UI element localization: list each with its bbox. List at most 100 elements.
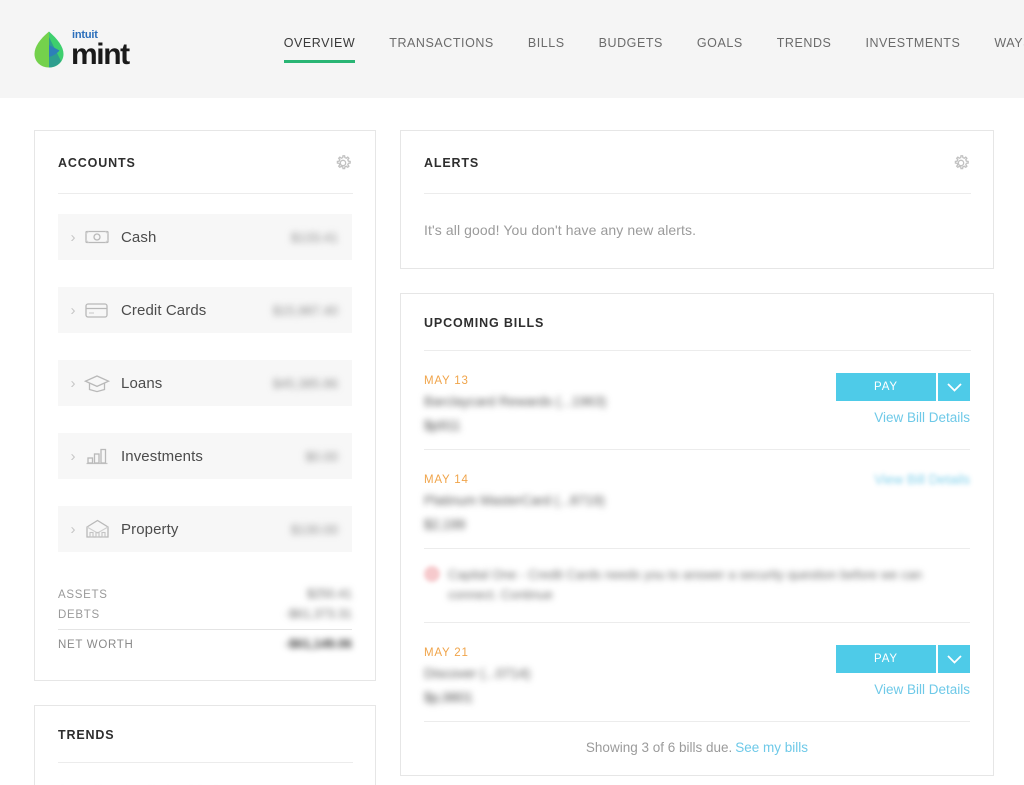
bill-info: MAY 14 Platinum MasterCard (...8719) $2,… <box>424 472 874 532</box>
account-label-credit-cards: Credit Cards <box>121 301 207 319</box>
nav-item-transactions[interactable]: TRANSACTIONS <box>389 36 494 63</box>
cash-icon <box>82 229 112 245</box>
bill-amount: $2,199 <box>424 517 466 532</box>
bill-actions: View Bill Details <box>874 472 970 487</box>
pay-button-group: PAY <box>836 373 970 401</box>
account-row-loans[interactable]: › Loans $45,385.86 <box>58 360 352 406</box>
bill-account-name: Discover (...0714) <box>424 666 531 681</box>
bills-list: MAY 13 Barclaycard Rewards (...1963) $p9… <box>401 351 993 722</box>
upcoming-bills-card: UPCOMING BILLS MAY 13 Barclaycard Reward… <box>400 293 994 776</box>
bill-row-top: MAY 14 Platinum MasterCard (...8719) $2,… <box>424 472 970 532</box>
account-row-investments[interactable]: › Investments $0.00 <box>58 433 352 479</box>
property-icon <box>82 519 112 539</box>
chevron-right-icon: › <box>70 374 76 392</box>
bills-title: UPCOMING BILLS <box>424 316 545 330</box>
pay-dropdown-button[interactable] <box>936 373 970 401</box>
chevron-right-icon: › <box>70 447 76 465</box>
trends-header: TRENDS <box>35 706 375 742</box>
main-navigation: OVERVIEW TRANSACTIONS BILLS BUDGETS GOAL… <box>283 36 1024 63</box>
bill-amount: $p911 <box>424 418 461 433</box>
account-amount-cash: $133.41 <box>291 229 338 245</box>
bills-header: UPCOMING BILLS <box>401 294 993 330</box>
account-label-property: Property <box>121 520 179 538</box>
view-bill-details-link[interactable]: View Bill Details <box>874 682 970 697</box>
bill-row: MAY 21 Discover (...0714) $p,9801 PAY Vi… <box>424 623 970 722</box>
nav-item-bills[interactable]: BILLS <box>528 36 565 63</box>
account-row-property[interactable]: › Property $130.00 <box>58 506 352 552</box>
bill-actions: PAY View Bill Details <box>836 645 970 697</box>
bill-account-name: Barclaycard Rewards (...1963) <box>424 394 607 409</box>
trends-body: Spending Credit Card Debt <box>35 763 375 785</box>
loan-icon <box>82 374 112 393</box>
trends-title: TRENDS <box>58 728 115 742</box>
chevron-right-icon: › <box>70 520 76 538</box>
view-bill-details-link[interactable]: View Bill Details <box>874 472 970 487</box>
alerts-title: ALERTS <box>424 156 480 170</box>
pay-button[interactable]: PAY <box>836 645 936 673</box>
account-amount-loans: $45,385.86 <box>272 375 338 391</box>
nav-item-ways-to-save[interactable]: WAYS TO SAVE <box>994 36 1024 63</box>
account-label-investments: Investments <box>121 447 203 465</box>
assets-label: ASSETS <box>58 589 108 601</box>
see-my-bills-link[interactable]: See my bills <box>735 740 808 755</box>
gear-icon[interactable] <box>333 153 353 173</box>
summary-row-debts: DEBTS -$61,373.31 <box>58 604 352 624</box>
bill-due-date: MAY 14 <box>424 474 469 486</box>
account-amount-property: $130.00 <box>291 521 338 537</box>
account-row-credit-cards[interactable]: › Credit Cards $15,987.40 <box>58 287 352 333</box>
chevron-right-icon: › <box>70 228 76 246</box>
investments-icon <box>82 447 112 465</box>
bill-row: MAY 14 Platinum MasterCard (...8719) $2,… <box>424 450 970 623</box>
alert-circle-icon <box>424 566 440 582</box>
alerts-message: It's all good! You don't have any new al… <box>424 222 697 238</box>
net-worth-value: -$61,149.06 <box>285 637 352 651</box>
pay-dropdown-button[interactable] <box>936 645 970 673</box>
chevron-down-icon <box>946 654 962 664</box>
nav-item-budgets[interactable]: BUDGETS <box>599 36 663 63</box>
chevron-down-icon <box>946 382 962 392</box>
nav-item-investments[interactable]: INVESTMENTS <box>865 36 960 63</box>
alerts-body: It's all good! You don't have any new al… <box>401 194 993 268</box>
accounts-header: ACCOUNTS <box>35 131 375 173</box>
mint-leaf-icon <box>34 31 64 67</box>
net-worth-label: NET WORTH <box>58 639 134 651</box>
bill-error-message: Capital One - Credit Cards needs you to … <box>448 567 923 602</box>
summary-row-assets: ASSETS $250.41 <box>58 584 352 604</box>
bill-actions: PAY View Bill Details <box>836 373 970 425</box>
summary-row-net-worth: NET WORTH -$61,149.06 <box>58 634 352 654</box>
bill-info: MAY 21 Discover (...0714) $p,9801 <box>424 645 836 705</box>
assets-value: $250.41 <box>306 587 352 601</box>
bills-count-text: Showing 3 of 6 bills due. <box>585 740 733 755</box>
credit-card-icon <box>82 302 112 319</box>
pay-button[interactable]: PAY <box>836 373 936 401</box>
nav-item-overview[interactable]: OVERVIEW <box>283 36 356 63</box>
account-label-cash: Cash <box>121 228 157 246</box>
bill-amount: $p,9801 <box>424 690 473 705</box>
mint-logo[interactable]: intuit mint <box>34 30 130 72</box>
account-amount-credit-cards: $15,987.40 <box>272 302 338 318</box>
debts-value: -$61,373.31 <box>285 607 352 621</box>
bill-connection-error: Capital One - Credit Cards needs you to … <box>424 548 970 622</box>
nav-item-goals[interactable]: GOALS <box>697 36 743 63</box>
alerts-header: ALERTS <box>401 131 993 173</box>
accounts-card: ACCOUNTS › Cash $133.41 › Credit Cards $… <box>34 130 376 681</box>
account-row-cash[interactable]: › Cash $133.41 <box>58 214 352 260</box>
chevron-right-icon: › <box>70 301 76 319</box>
mint-wordmark: mint <box>71 38 130 72</box>
gear-icon[interactable] <box>951 153 971 173</box>
account-label-loans: Loans <box>121 374 163 392</box>
bill-due-date: MAY 13 <box>424 375 469 387</box>
app-header: intuit mint OVERVIEW TRANSACTIONS BILLS … <box>0 0 1024 98</box>
nav-item-trends[interactable]: TRENDS <box>777 36 832 63</box>
left-column: ACCOUNTS › Cash $133.41 › Credit Cards $… <box>34 130 376 785</box>
bill-row: MAY 13 Barclaycard Rewards (...1963) $p9… <box>424 351 970 450</box>
page-body: ACCOUNTS › Cash $133.41 › Credit Cards $… <box>0 98 1024 785</box>
net-worth-summary: ASSETS $250.41 DEBTS -$61,373.31 NET WOR… <box>35 579 375 680</box>
debts-label: DEBTS <box>58 609 100 621</box>
accounts-list: › Cash $133.41 › Credit Cards $15,987.40… <box>35 194 375 552</box>
trends-card: TRENDS Spending Credit Card Debt <box>34 705 376 785</box>
summary-divider <box>58 629 352 630</box>
view-bill-details-link[interactable]: View Bill Details <box>874 410 970 425</box>
bills-footer: Showing 3 of 6 bills due. See my bills <box>401 722 993 775</box>
account-amount-investments: $0.00 <box>305 448 338 464</box>
